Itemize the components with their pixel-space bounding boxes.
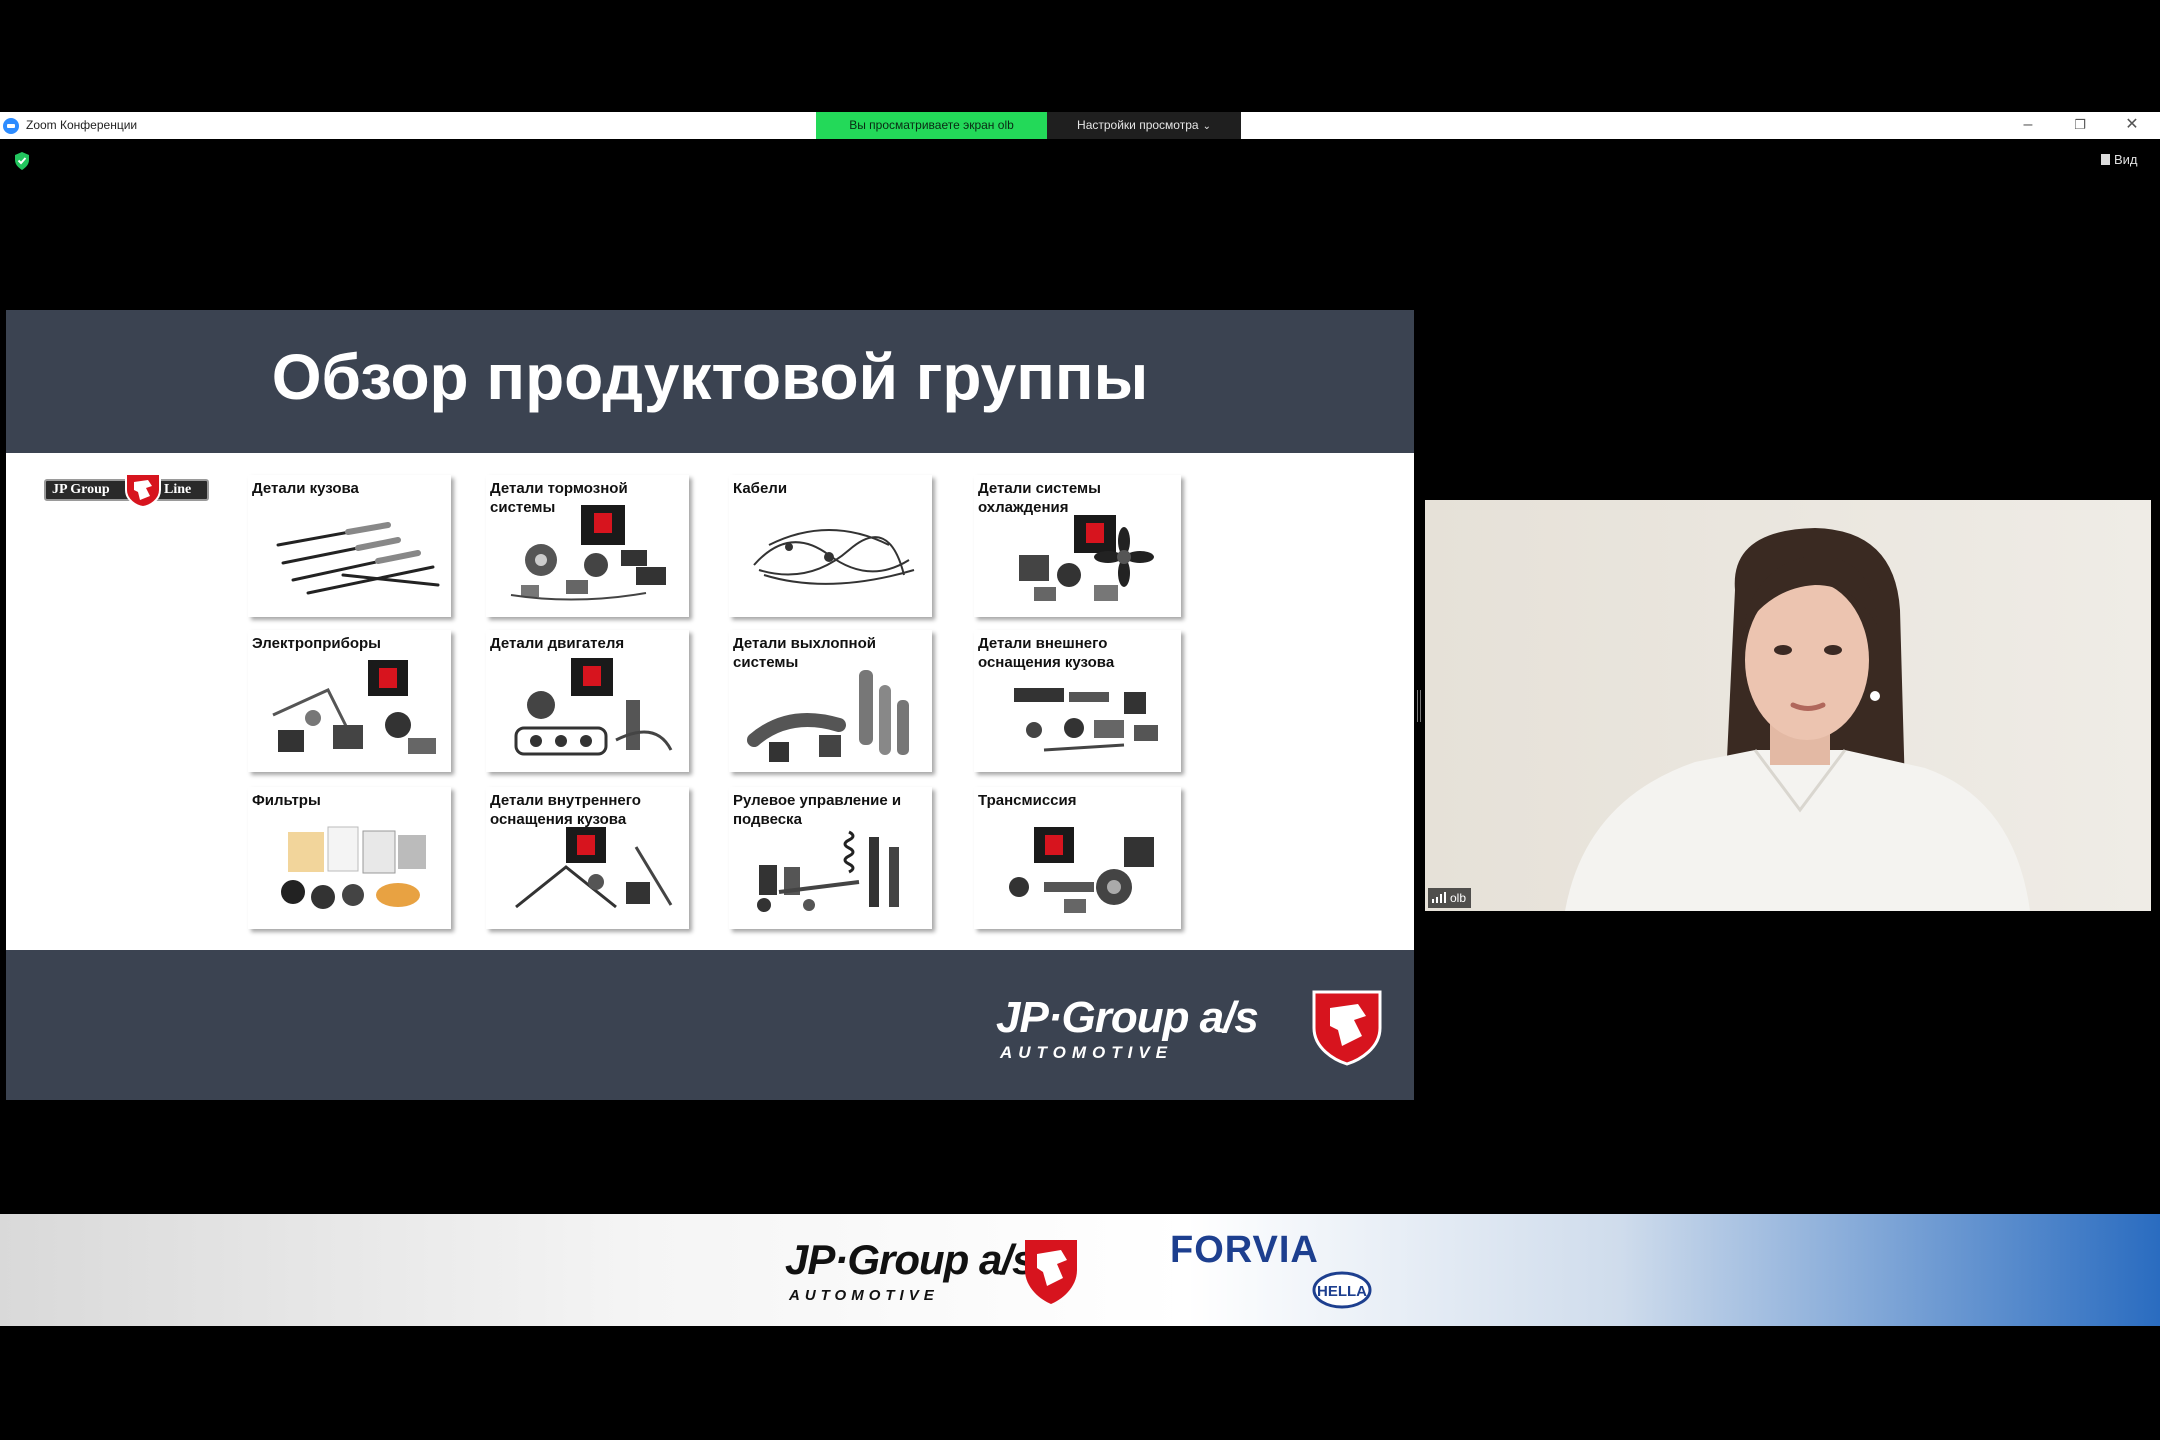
category-card[interactable]: Детали системы охлаждения — [974, 475, 1181, 617]
restore-button[interactable]: ❐ — [2065, 115, 2095, 135]
category-card[interactable]: Электроприборы — [248, 630, 451, 772]
body-parts-image — [276, 522, 440, 595]
category-card[interactable]: Кабели — [729, 475, 932, 617]
brake-parts-image — [510, 505, 666, 601]
window-title: Zoom Конференции — [26, 118, 138, 132]
category-card[interactable]: Детали кузова — [248, 475, 451, 617]
shared-screen-slide: Обзор продуктовой группы JP Group Line Д… — [6, 310, 1414, 1100]
line-logo-right: Line — [164, 482, 192, 497]
category-card[interactable]: Детали внешнего оснащения кузова — [974, 630, 1181, 772]
category-card[interactable]: Детали выхлопной системы — [729, 630, 932, 772]
footer-logo-sub: AUTOMOTIVE — [999, 1043, 1173, 1062]
banner-jp-main: JP·Group a/s — [785, 1236, 1034, 1283]
banner-jp-group-logo: JP·Group a/s AUTOMOTIVE — [785, 1236, 1077, 1304]
view-button-label: Вид — [2114, 152, 2138, 167]
chevron-down-icon: ⌄ — [1202, 121, 1211, 132]
slide-header: Обзор продуктовой группы — [6, 310, 1414, 453]
slide-footer: JP·Group a/s AUTOMOTIVE — [6, 950, 1414, 1100]
participant-video-frame — [1425, 500, 2151, 911]
interior-parts-image — [515, 827, 673, 909]
view-options-menu[interactable]: Настройки просмотра ⌄ — [1047, 112, 1241, 139]
exhaust-parts-image — [747, 670, 909, 762]
griffin-shield-icon — [125, 473, 161, 508]
engine-parts-image — [514, 658, 673, 756]
category-card[interactable]: Рулевое управление и подвеска — [729, 787, 932, 929]
cooling-parts-image — [1019, 515, 1154, 601]
transmission-parts-image — [1009, 827, 1154, 913]
electrical-parts-image — [272, 660, 436, 754]
banner-hella: HELLA — [1317, 1283, 1367, 1300]
screen-share-status: Вы просматриваете экран olb — [816, 112, 1047, 139]
banner-forvia: FORVIA — [1170, 1229, 1319, 1271]
jp-group-logo: JP·Group a/s AUTOMOTIVE — [996, 990, 1382, 1066]
slide-title: Обзор продуктовой группы — [271, 341, 1149, 413]
window-titlebar: Zoom Конференции Вы просматриваете экран… — [0, 112, 2160, 139]
view-button[interactable]: Вид — [2101, 152, 2138, 167]
exterior-parts-image — [1014, 688, 1158, 752]
category-card[interactable]: Детали тормозной системы — [486, 475, 689, 617]
view-layout-icon — [2101, 154, 2110, 165]
forvia-hella-logo: FORVIA HELLA — [1170, 1229, 1372, 1309]
category-card[interactable]: Фильтры — [248, 787, 451, 929]
participant-name: olb — [1450, 891, 1467, 905]
zoom-app-icon — [3, 118, 19, 134]
signal-strength-icon — [1432, 892, 1446, 903]
category-card[interactable]: Детали двигателя — [486, 630, 689, 772]
jp-group-line-logo: JP Group Line — [44, 472, 209, 508]
view-options-label: Настройки просмотра — [1077, 118, 1199, 132]
participant-video[interactable]: olb — [1425, 500, 2151, 911]
category-card[interactable]: Детали внутреннего оснащения кузова — [486, 787, 689, 929]
filters-image — [281, 826, 426, 909]
cables-image — [753, 529, 915, 585]
footer-logo-main: JP·Group a/s — [996, 993, 1258, 1042]
banner-jp-sub: AUTOMOTIVE — [788, 1287, 939, 1304]
sponsor-banner: JP·Group a/s AUTOMOTIVE FORVIA HELLA — [0, 1214, 2160, 1326]
participant-name-tag: olb — [1428, 888, 1472, 908]
steering-suspension-image — [757, 830, 899, 912]
close-button[interactable]: ✕ — [2117, 115, 2147, 135]
category-card[interactable]: Трансмиссия — [974, 787, 1181, 929]
panel-resize-handle[interactable] — [1417, 690, 1421, 722]
minimize-button[interactable]: – — [2013, 115, 2043, 135]
line-logo-left: JP Group — [52, 482, 110, 497]
encryption-shield-icon[interactable] — [14, 152, 30, 170]
